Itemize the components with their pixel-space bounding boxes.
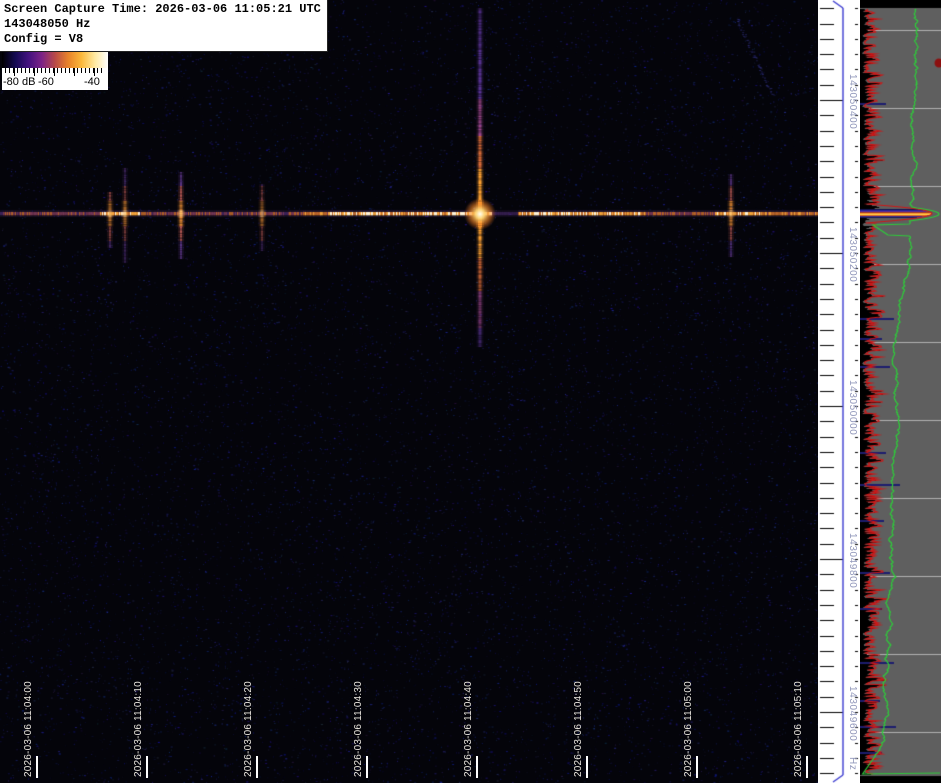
time-label: 2026-03-06 11:04:30 xyxy=(353,681,364,777)
legend-major-tick xyxy=(54,68,55,76)
legend-minor-ticks xyxy=(5,68,105,73)
legend-major-tick xyxy=(94,68,95,76)
legend-major-tick xyxy=(34,68,35,76)
legend-major-tick xyxy=(14,68,15,76)
config-text: Config = V8 xyxy=(4,32,84,46)
frequency-tick-label: 143049600 xyxy=(847,686,858,742)
time-tick xyxy=(806,756,808,778)
color-scale-legend: -80 dB -60 -40 xyxy=(2,52,108,90)
time-tick xyxy=(366,756,368,778)
time-label: 2026-03-06 11:05:00 xyxy=(683,681,694,777)
center-frequency-text: 143048050 Hz xyxy=(4,17,91,31)
legend-label-min: -80 dB xyxy=(3,76,36,88)
frequency-tick-label: 143050400 xyxy=(847,74,858,130)
capture-time-text: Screen Capture Time: 2026-03-06 11:05:21… xyxy=(4,2,321,16)
time-tick xyxy=(586,756,588,778)
legend-db-labels: -80 dB -60 -40 xyxy=(2,76,108,90)
capture-info-box: Screen Capture Time: 2026-03-06 11:05:21… xyxy=(0,0,328,52)
legend-label-mid: -60 xyxy=(38,76,54,88)
time-label: 2026-03-06 11:04:10 xyxy=(133,681,144,777)
time-tick xyxy=(146,756,148,778)
frequency-tick-label: 143050200 xyxy=(847,227,858,283)
time-tick xyxy=(696,756,698,778)
waterfall-canvas xyxy=(0,0,818,783)
time-label: 2026-03-06 11:04:40 xyxy=(463,681,474,777)
time-label: 2026-03-06 11:04:00 xyxy=(23,681,34,777)
time-label: 2026-03-06 11:04:50 xyxy=(573,681,584,777)
frequency-unit-label: Hz xyxy=(847,757,858,771)
spectrum-graph-panel xyxy=(860,0,941,783)
frequency-axis: 143050400 143050200 143050000 143049800 1430… xyxy=(818,0,860,783)
time-tick xyxy=(256,756,258,778)
time-tick xyxy=(36,756,38,778)
spectrum-graph-canvas xyxy=(860,0,941,783)
frequency-tick-label: 143050000 xyxy=(847,380,858,436)
time-label: 2026-03-06 11:05:10 xyxy=(793,681,804,777)
time-tick xyxy=(476,756,478,778)
time-label: 2026-03-06 11:04:20 xyxy=(243,681,254,777)
spectrogram-app-window: 2026-03-06 11:04:00 2026-03-06 11:04:10 20… xyxy=(0,0,941,783)
colormap-gradient-bar xyxy=(2,52,108,68)
legend-major-tick xyxy=(74,68,75,76)
frequency-tick-label: 143049800 xyxy=(847,533,858,589)
legend-tick-ruler xyxy=(2,68,108,76)
legend-label-max: -40 xyxy=(84,76,100,88)
